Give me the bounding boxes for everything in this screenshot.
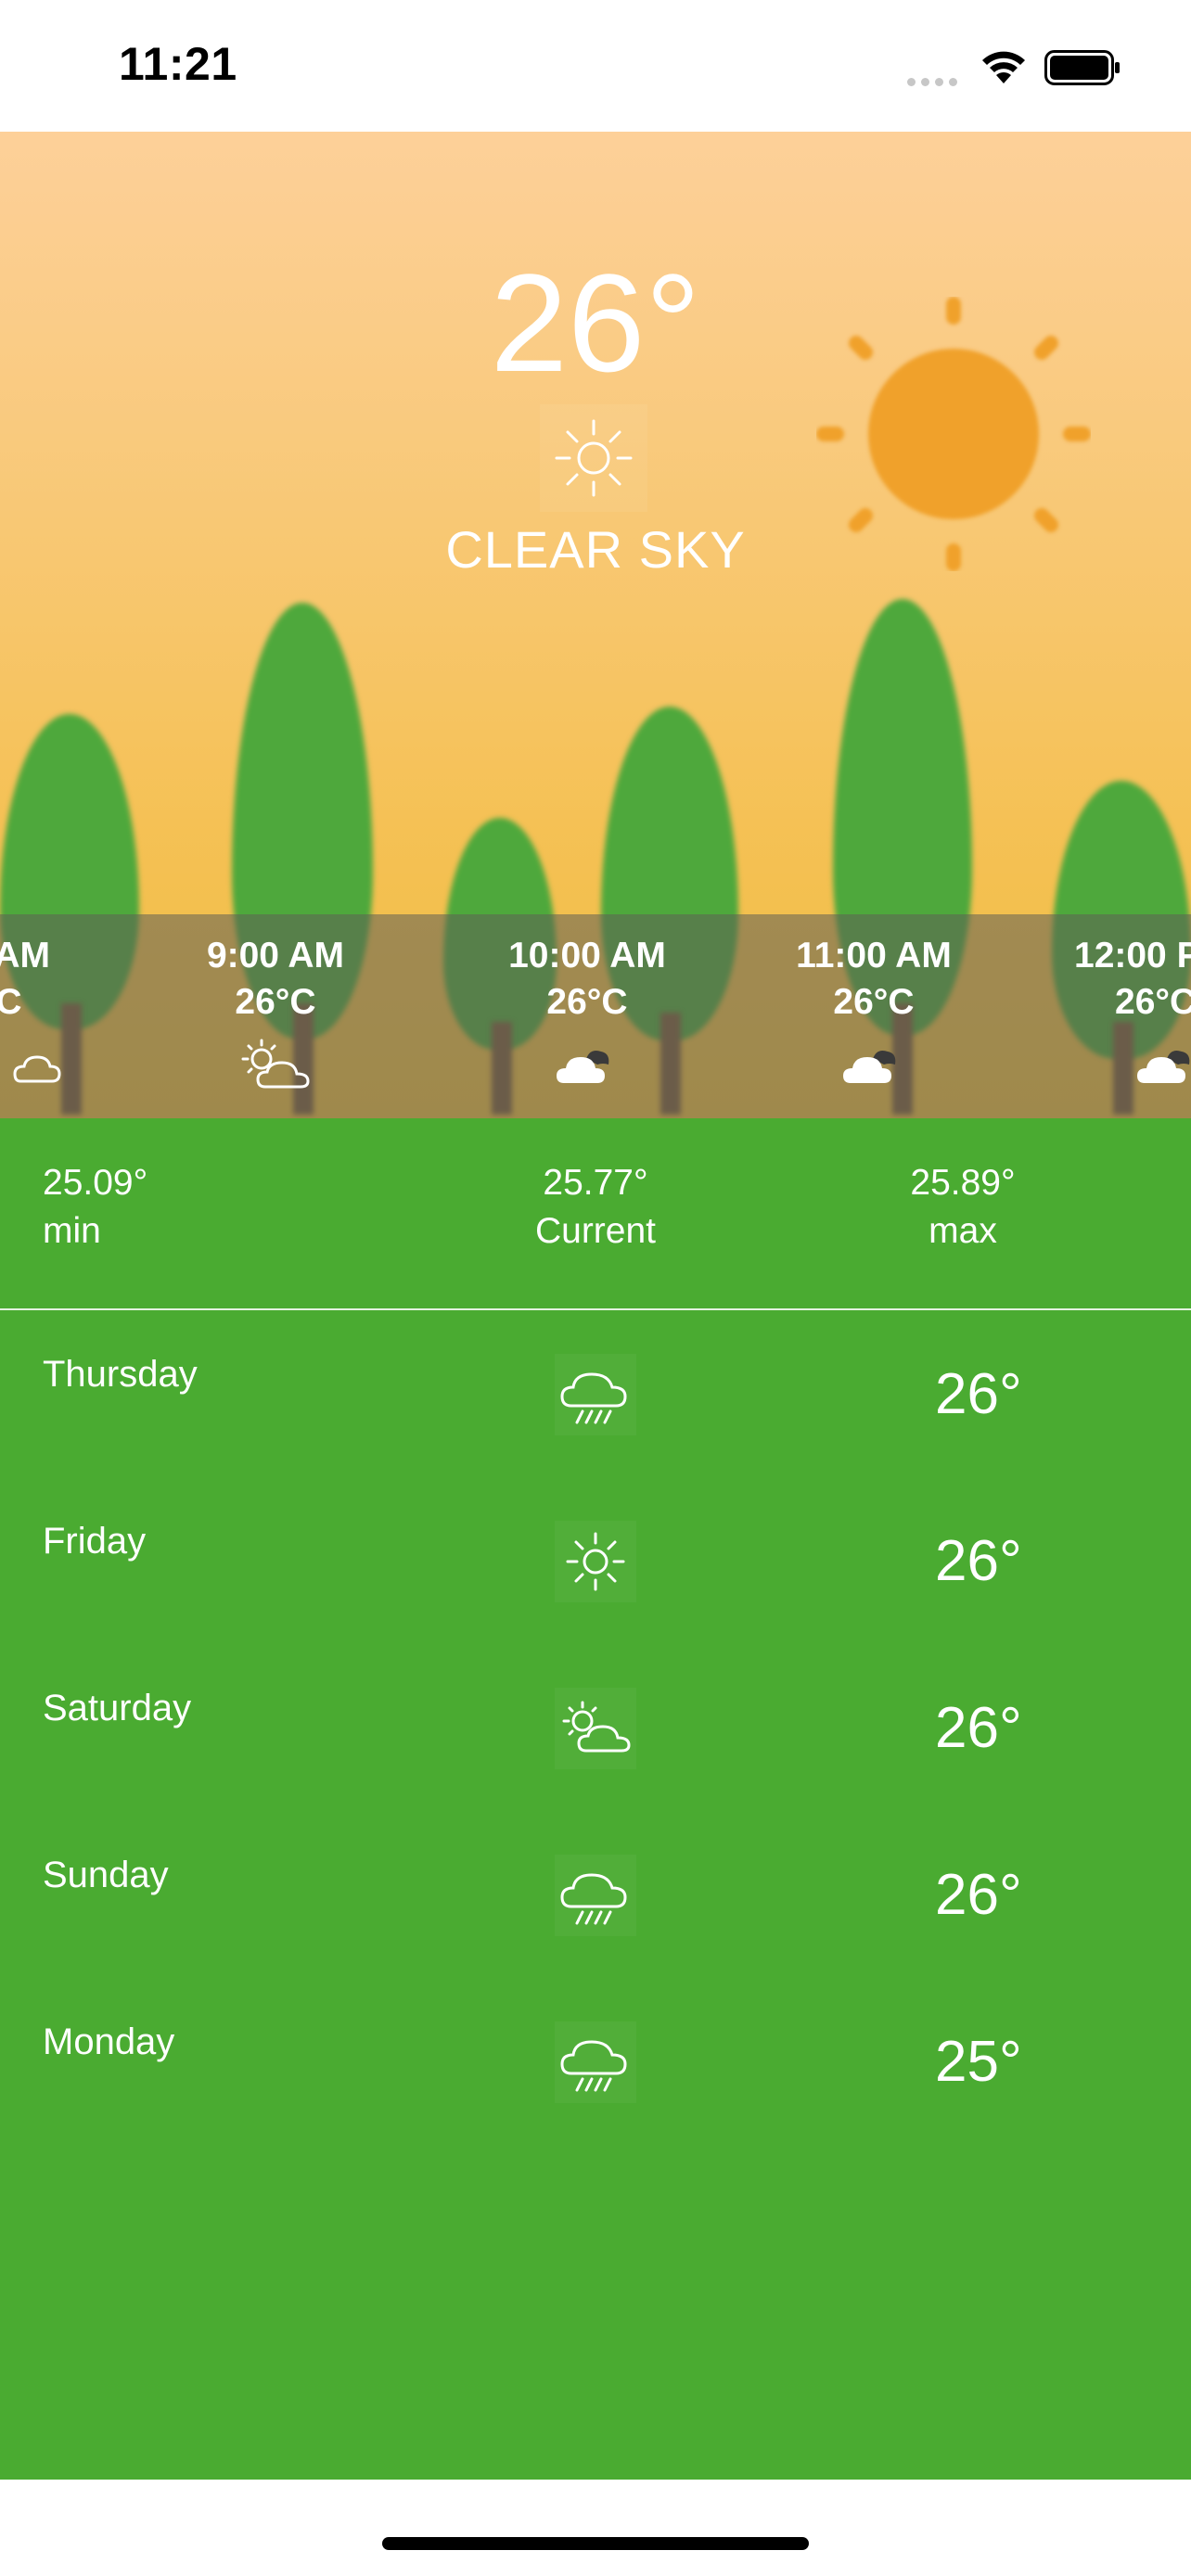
forecast-row[interactable]: Friday 26°	[0, 1521, 1191, 1688]
forecast-temp: 26°	[935, 1696, 1022, 1760]
cloud-icon	[1137, 1051, 1190, 1083]
forecast-day: Thursday	[43, 1354, 198, 1395]
cellular-signal-icon	[907, 74, 963, 86]
forecast-row[interactable]: Thursday 26°	[0, 1354, 1191, 1521]
forecast-day: Saturday	[43, 1688, 192, 1728]
current-temperature: 26°	[490, 245, 701, 401]
forecast-temp: 26°	[935, 1529, 1022, 1593]
forecast-day: Sunday	[43, 1855, 169, 1895]
hourly-item[interactable]: 10:00 AM 26°C	[467, 933, 708, 1095]
hourly-item[interactable]: 9:00 AM 26°C	[155, 933, 396, 1095]
min-temperature: 25.09° min	[43, 1159, 147, 1256]
hourly-temp: 26°C	[0, 982, 22, 1022]
forecast-row[interactable]: Monday 25°	[0, 2021, 1191, 2188]
hourly-time: 10:00 AM	[508, 936, 666, 976]
hourly-time: 9:00 AM	[206, 936, 345, 976]
hourly-temp: 26°C	[1115, 982, 1191, 1022]
rain-icon	[555, 1354, 636, 1435]
hourly-temp: 26°C	[546, 982, 628, 1022]
hourly-item[interactable]: 12:00 PM 26°C	[1037, 933, 1191, 1095]
divider	[0, 1308, 1191, 1310]
battery-icon	[1044, 50, 1120, 85]
hourly-item[interactable]: 11:00 AM 26°C	[753, 933, 994, 1095]
hourly-time: 8:00 AM	[0, 936, 51, 976]
partly-cloudy-icon	[13, 1055, 61, 1083]
rain-icon	[555, 2021, 636, 2103]
forecast-day: Friday	[43, 1521, 147, 1562]
max-temperature: 25.89° max	[870, 1159, 1056, 1256]
forecast-row[interactable]: Saturday 26°	[0, 1688, 1191, 1855]
status-time: 11:21	[119, 38, 237, 90]
cloud-icon	[843, 1051, 896, 1083]
cloud-icon	[557, 1051, 609, 1083]
min-value: 25.09°	[43, 1163, 148, 1203]
forecast-temp: 26°	[935, 1863, 1022, 1927]
home-indicator[interactable]	[382, 2537, 809, 2550]
hourly-time: 12:00 PM	[1074, 936, 1191, 976]
forecast-day: Monday	[43, 2021, 175, 2062]
current-temperature-detail: 25.77° Current	[410, 1159, 781, 1256]
forecast-temp: 25°	[935, 2030, 1022, 2094]
hourly-temp: 26°C	[833, 982, 915, 1022]
hourly-forecast-strip[interactable]: 8:00 AM 26°C 9:00 AM 26°C 10:00 AM 26°C	[0, 914, 1191, 1118]
forecast-row[interactable]: Sunday 26°	[0, 1855, 1191, 2021]
min-label: min	[43, 1211, 101, 1251]
partly-cloudy-icon	[241, 1039, 310, 1089]
current-condition: CLEAR SKY	[445, 520, 746, 579]
hourly-item[interactable]: 8:00 AM 26°C	[0, 933, 102, 1095]
hourly-time: 11:00 AM	[796, 936, 952, 976]
current-value: 25.77°	[543, 1163, 648, 1203]
hourly-temp: 26°C	[235, 982, 316, 1022]
max-label: max	[928, 1211, 997, 1251]
home-indicator-area	[0, 2480, 1191, 2576]
partly-cloudy-icon	[555, 1688, 636, 1769]
forecast-temp: 26°	[935, 1362, 1022, 1426]
current-label: Current	[534, 1211, 657, 1251]
sun-icon	[555, 1521, 636, 1602]
sun-icon	[540, 404, 647, 512]
wifi-icon	[982, 51, 1025, 83]
rain-icon	[555, 1855, 636, 1936]
max-value: 25.89°	[910, 1163, 1016, 1203]
